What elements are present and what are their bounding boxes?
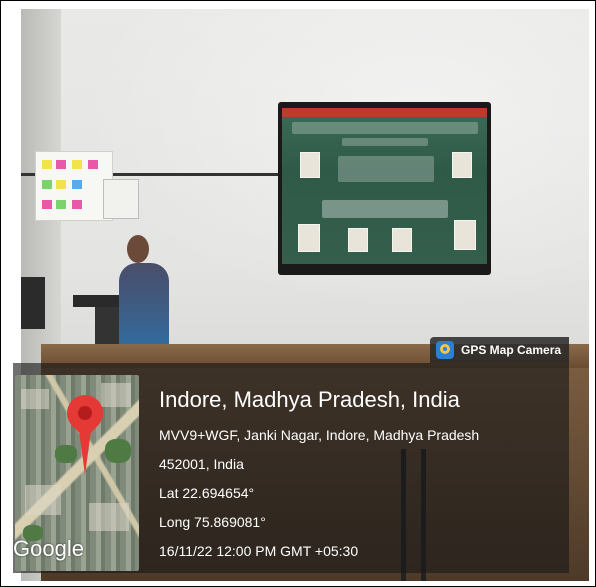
slide-portrait: [452, 152, 472, 178]
app-badge-label: GPS Map Camera: [461, 343, 562, 357]
slide-portrait: [454, 220, 476, 250]
sticky-note: [42, 180, 52, 189]
slide-portrait: [298, 224, 320, 252]
speaker-head: [127, 235, 149, 263]
sticky-note: [72, 200, 82, 209]
address-line-1: MVV9+WGF, Janki Nagar, Indore, Madhya Pr…: [159, 427, 480, 443]
television: [278, 102, 491, 275]
location-title: Indore, Madhya Pradesh, India: [159, 387, 460, 412]
sticky-note: [42, 200, 52, 209]
slide-text: [338, 156, 434, 182]
map-building: [21, 389, 49, 409]
sticky-note: [72, 180, 82, 189]
slide-subheading: [342, 138, 428, 146]
speaker: [119, 263, 169, 353]
slide-title-hindi: [322, 200, 448, 218]
map-attribution: Google: [13, 536, 84, 561]
map-building: [101, 383, 131, 407]
map-tree-area: [105, 439, 131, 463]
map-building: [25, 485, 61, 515]
slide-heading: [292, 122, 478, 134]
longitude: Long 75.869081°: [159, 514, 266, 530]
slide-portrait: [392, 228, 412, 252]
map-pin-center: [78, 406, 92, 420]
sticky-note: [72, 160, 82, 169]
sticky-note: [42, 160, 52, 169]
tv-screen-presentation: [282, 108, 487, 264]
gps-map-camera-badge: GPS Map Camera: [430, 337, 569, 363]
sticky-note: [88, 160, 98, 169]
tv-title-bar: [282, 108, 487, 117]
slide-portrait: [300, 152, 320, 178]
map-tree-area: [55, 445, 77, 463]
latitude: Lat 22.694654°: [159, 485, 255, 501]
wall-chart-paper: [35, 151, 113, 221]
datetime: 16/11/22 12:00 PM GMT +05:30: [159, 543, 359, 559]
slide-portrait: [348, 228, 368, 252]
sticky-note: [56, 200, 66, 209]
map-building: [89, 503, 129, 531]
address-line-2: 452001, India: [159, 456, 244, 472]
gps-map-camera-icon: [436, 341, 454, 359]
sticky-note: [56, 160, 66, 169]
computer-monitor: [21, 277, 45, 329]
electric-switchboard: [103, 179, 139, 219]
image-frame: GPS Map Camera Google Indore, Madhya Pra…: [0, 0, 596, 587]
sticky-note: [56, 180, 66, 189]
